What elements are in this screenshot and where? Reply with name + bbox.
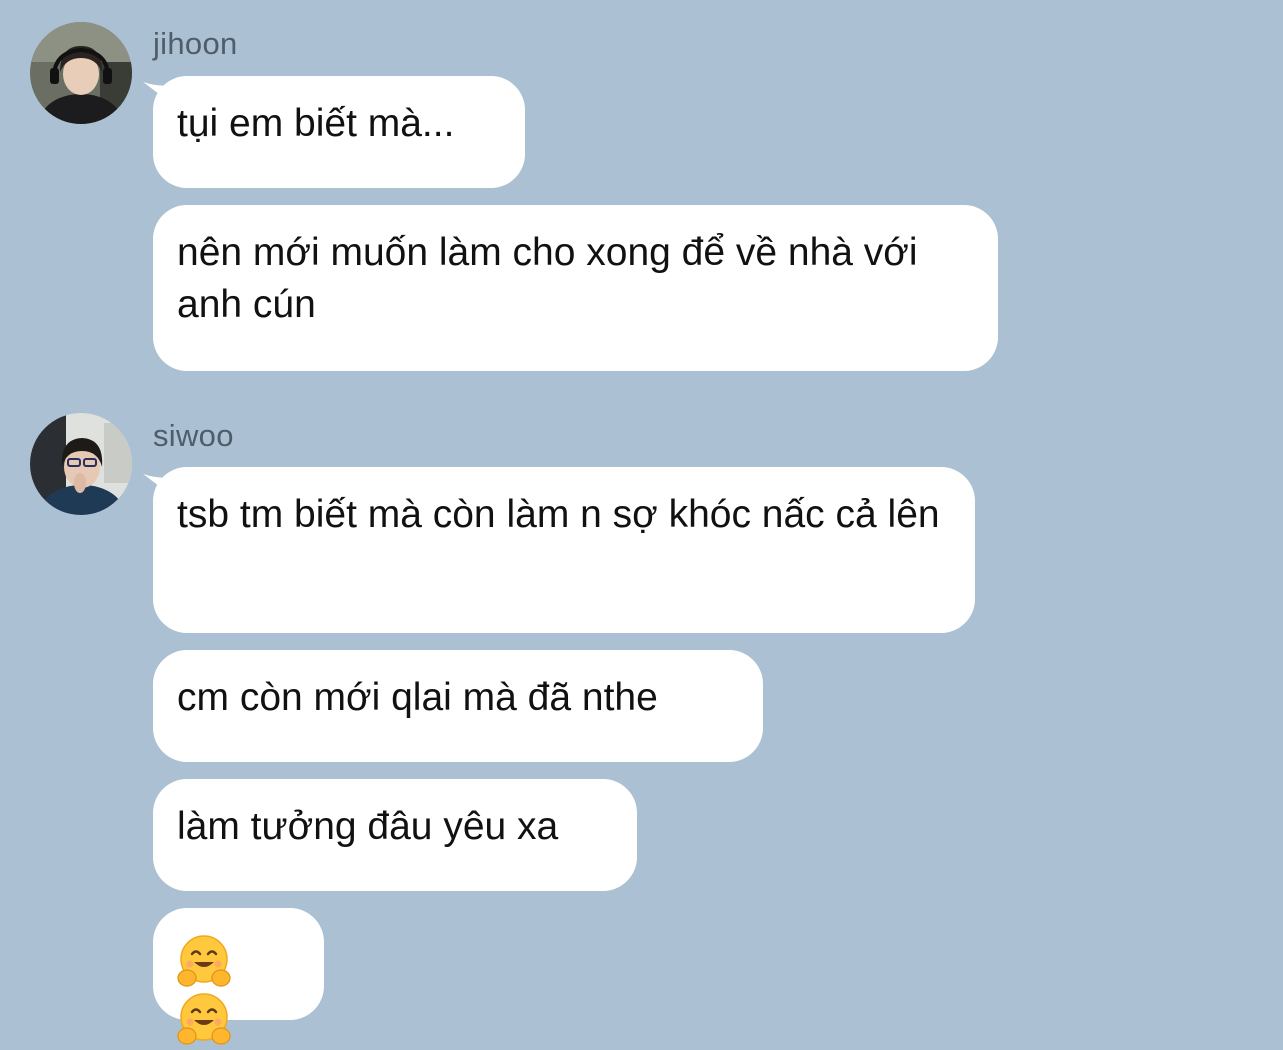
message-bubble[interactable]: tụi em biết mà...	[153, 76, 525, 188]
message-bubble[interactable]: cm còn mới qlai mà đã nthe	[153, 650, 763, 762]
message-text: nên mới muốn làm cho xong để về nhà với …	[177, 231, 918, 326]
sender-name: jihoon	[153, 26, 238, 61]
message-bubble[interactable]: làm tưởng đâu yêu xa	[153, 779, 637, 891]
avatar-jihoon[interactable]	[30, 22, 132, 124]
sender-name: siwoo	[153, 418, 234, 453]
message-text: tsb tm biết mà còn làm n sợ khóc nấc cả …	[177, 493, 940, 536]
message-bubble[interactable]: tsb tm biết mà còn làm n sợ khóc nấc cả …	[153, 467, 975, 633]
emoji-message-bubble[interactable]	[153, 908, 324, 1045]
hugging-face-emoji	[177, 993, 231, 1045]
avatar-siwoo[interactable]	[30, 413, 132, 515]
message-text: làm tưởng đâu yêu xa	[177, 805, 559, 848]
hugging-face-emoji	[177, 935, 231, 987]
chat-view[interactable]: jihoon tụi em biết mà... nên mới muốn là…	[0, 0, 1283, 1048]
message-text: tụi em biết mà...	[177, 102, 455, 145]
message-bubble[interactable]: nên mới muốn làm cho xong để về nhà với …	[153, 205, 998, 371]
message-text: cm còn mới qlai mà đã nthe	[177, 676, 658, 719]
